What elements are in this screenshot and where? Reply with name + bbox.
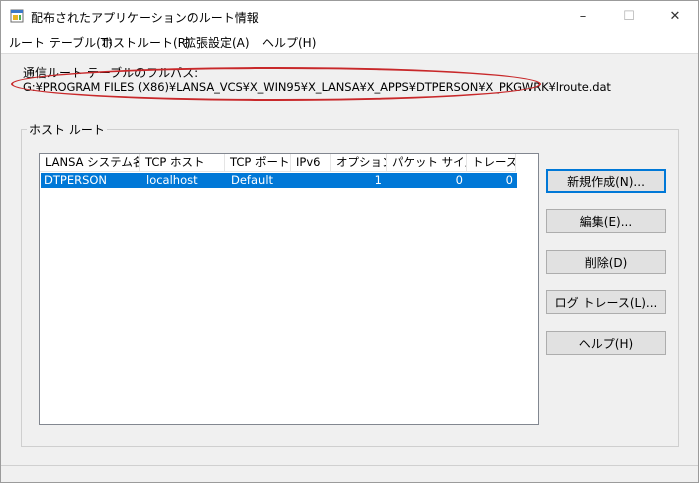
menu-help[interactable]: ヘルプ(H) <box>262 34 316 51</box>
host-route-list[interactable]: LANSA システム名 TCP ホスト TCP ポート IPv6 オプション パ… <box>39 153 539 425</box>
cell-trace: 0 <box>505 173 513 187</box>
title-bar[interactable]: 配布されたアプリケーションのルート情報 – ☐ ✕ <box>1 1 698 31</box>
route-table-path-label: 通信ルート テーブルのフルパス: <box>23 66 199 80</box>
cell-options: 1 <box>374 173 382 187</box>
col-header-packet-size[interactable]: パケット サイズ <box>387 154 467 171</box>
cell-packet-size: 0 <box>455 173 463 187</box>
maximize-icon: ☐ <box>623 8 635 24</box>
col-header-options[interactable]: オプション <box>331 154 387 171</box>
route-table-path-value: G:¥PROGRAM FILES (X86)¥LANSA_VCS¥X_WIN95… <box>23 80 611 94</box>
bottom-divider <box>1 465 698 466</box>
close-button[interactable]: ✕ <box>652 1 698 31</box>
col-header-ipv6[interactable]: IPv6 <box>291 154 331 171</box>
table-row[interactable]: DTPERSON localhost Default 1 0 0 <box>41 173 517 188</box>
cell-system: DTPERSON <box>44 173 108 187</box>
maximize-button[interactable]: ☐ <box>606 1 652 31</box>
edit-button[interactable]: 編集(E)... <box>546 209 666 233</box>
minimize-icon: – <box>579 8 587 24</box>
close-icon: ✕ <box>669 8 681 24</box>
minimize-button[interactable]: – <box>560 1 606 31</box>
list-header: LANSA システム名 TCP ホスト TCP ポート IPv6 オプション パ… <box>40 154 516 172</box>
route-info-window: 配布されたアプリケーションのルート情報 – ☐ ✕ ルート テーブル(T) ホス… <box>0 0 699 483</box>
cell-tcp-port: Default <box>231 173 274 187</box>
cell-tcp-host: localhost <box>146 173 198 187</box>
col-header-system[interactable]: LANSA システム名 <box>40 154 140 171</box>
help-button[interactable]: ヘルプ(H) <box>546 331 666 355</box>
col-header-tcp-port[interactable]: TCP ポート <box>225 154 291 171</box>
new-button[interactable]: 新規作成(N)... <box>546 169 666 193</box>
delete-button[interactable]: 削除(D) <box>546 250 666 274</box>
menu-bar: ルート テーブル(T) ホストルート(R) 拡張設定(A) ヘルプ(H) <box>1 31 698 54</box>
log-trace-button[interactable]: ログ トレース(L)... <box>546 290 666 314</box>
window-title: 配布されたアプリケーションのルート情報 <box>31 11 259 25</box>
col-header-trace[interactable]: トレース <box>467 154 516 171</box>
menu-advanced[interactable]: 拡張設定(A) <box>184 34 250 51</box>
menu-route-table[interactable]: ルート テーブル(T) <box>9 34 113 51</box>
app-icon <box>10 9 24 23</box>
col-header-tcp-host[interactable]: TCP ホスト <box>140 154 225 171</box>
menu-host-route[interactable]: ホストルート(R) <box>101 34 191 51</box>
host-route-group-title: ホスト ルート <box>27 121 107 138</box>
